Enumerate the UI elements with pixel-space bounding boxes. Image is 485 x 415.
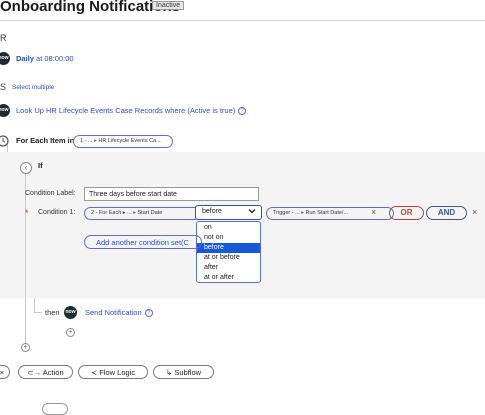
flow-connector (25, 173, 26, 345)
status-badge: Inactive (152, 1, 185, 10)
then-label: then (45, 308, 60, 317)
pill-prefix: 1 - ... (80, 138, 93, 144)
pill-text: HR Lifecycle Events Ca... (98, 138, 161, 144)
condition-label-input[interactable]: Three days before start date (84, 187, 259, 201)
schedule-frequency: Daily (16, 54, 34, 63)
subflow-icon: ↳ (165, 368, 173, 377)
info-icon[interactable]: ? (238, 107, 247, 116)
close-icon: × (0, 368, 5, 377)
flow-connector (34, 312, 42, 313)
lookup-step-link[interactable]: Look Up HR Lifecycle Events Case Records… (16, 106, 247, 116)
info-icon[interactable]: ? (144, 309, 153, 318)
condition-1-caption: Condition 1: (38, 209, 76, 216)
action-icon: ⊂→ (27, 368, 42, 377)
if-label: If (38, 161, 43, 170)
required-marker: * (25, 208, 29, 218)
flow-logic-label: Flow Logic (99, 368, 136, 377)
pill-arrow-icon: ▸ (133, 210, 136, 216)
pill-arrow-icon: ▸ (94, 138, 97, 144)
subflow-label: Subflow (174, 368, 202, 377)
chevron-down-icon (248, 207, 256, 220)
trigger-section-letter: R (0, 33, 7, 43)
operator-option[interactable]: on (197, 223, 260, 233)
and-button[interactable]: AND (426, 206, 467, 220)
lookup-step-label: Look Up HR Lifecycle Events Case Records… (16, 106, 236, 115)
operator-select[interactable]: before (195, 205, 262, 220)
send-notification-label: Send Notification (85, 308, 142, 317)
schedule-time: at 08:00:00 (36, 54, 74, 63)
remove-condition-close-icon[interactable]: × (472, 207, 477, 217)
send-notification-link[interactable]: Send Notification? (85, 308, 153, 318)
add-subflow-button[interactable]: ↳ Subflow (153, 365, 214, 379)
now-avatar: now (0, 52, 10, 65)
left-operand-field: Start Date (137, 210, 163, 216)
add-step-plus-icon[interactable]: + (21, 343, 30, 352)
right-operand-prefix: Trigger - ... (273, 210, 300, 216)
actions-section-letter: S (0, 82, 7, 92)
right-operand-field: Run Start Date/... (305, 210, 349, 216)
condition-label-caption: Condition Label: (25, 190, 76, 197)
operator-option[interactable]: not on (197, 233, 260, 243)
toggle-switch[interactable] (42, 403, 68, 415)
clear-operand-close-icon[interactable]: × (371, 207, 376, 217)
operator-selected-value: before (202, 208, 222, 215)
operator-dropdown-list: on not on before at or before after at or aft… (196, 221, 261, 283)
operator-option[interactable]: at or before (197, 253, 260, 263)
pill-arrow-icon: ▸ (301, 210, 304, 216)
now-avatar: now (64, 306, 77, 319)
collapse-chevron-icon[interactable]: ‹ (20, 162, 32, 174)
or-button[interactable]: OR (389, 206, 424, 220)
add-flow-logic-button[interactable]: ≺ Flow Logic (78, 365, 148, 379)
operator-option[interactable]: after (197, 263, 260, 273)
trigger-schedule-link[interactable]: Daily at 08:00:00 (16, 54, 74, 63)
for-each-data-pill[interactable]: 1 - ... ▸ HR Lifecycle Events Ca... (73, 135, 173, 148)
flow-connector (34, 298, 35, 312)
now-avatar: now (0, 104, 10, 117)
left-operand-prefix: 2 - For Each ▸ ... (91, 210, 132, 216)
operator-option[interactable]: before (197, 243, 260, 253)
left-operand-pill[interactable]: 2 - For Each ▸ ... ▸ Start Date (84, 207, 201, 220)
add-condition-set-button[interactable]: Add another condition set(C (84, 235, 202, 249)
title-divider (0, 20, 485, 21)
select-multiple-link[interactable]: Select multiple (12, 84, 54, 91)
flow-logic-icon: ≺ (90, 368, 98, 377)
add-action-button[interactable]: ⊂→ Action (18, 365, 73, 379)
operator-option[interactable]: at or after (197, 273, 260, 283)
for-each-label: For Each Item in (16, 136, 75, 145)
close-button[interactable]: × (0, 365, 10, 379)
add-step-plus-icon[interactable]: + (66, 328, 75, 337)
action-label: Action (42, 368, 64, 377)
for-each-icon (0, 134, 10, 153)
